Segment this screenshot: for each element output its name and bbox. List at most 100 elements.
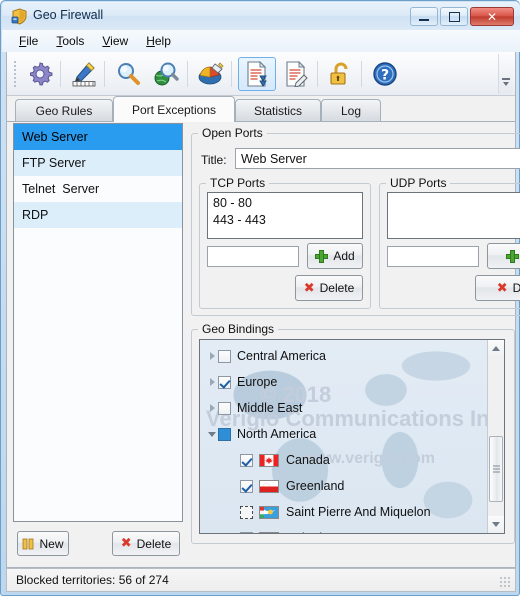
udp-add-button[interactable] bbox=[487, 243, 520, 269]
toolbar-grip[interactable] bbox=[13, 60, 17, 88]
pie-chart-icon bbox=[198, 62, 224, 85]
edit-pencil-button[interactable] bbox=[65, 57, 103, 91]
udp-ports-list[interactable] bbox=[387, 192, 520, 239]
geo-bindings-group: Geo Bindings © 2018 Veriglo Communicatio… bbox=[191, 322, 515, 544]
tcp-delete-button[interactable]: ✖ Delete bbox=[295, 275, 363, 301]
menu-item-help[interactable]: Help bbox=[137, 32, 180, 50]
chevron-right-icon[interactable] bbox=[206, 395, 218, 421]
list-item[interactable]: Web Server bbox=[14, 124, 182, 150]
udp-delete-button[interactable]: ✖ D bbox=[475, 275, 520, 301]
checkbox[interactable] bbox=[218, 349, 231, 363]
tab-log[interactable]: Log bbox=[321, 99, 381, 122]
tree-node-central-america[interactable]: Central America bbox=[200, 343, 486, 369]
tcp-ports-group: TCP Ports 80 - 80 443 - 443 Add ✖ Delete bbox=[199, 176, 371, 309]
scroll-down-button[interactable] bbox=[488, 516, 504, 533]
unlock-padlock-button[interactable] bbox=[322, 57, 360, 91]
minimize-button[interactable] bbox=[410, 7, 438, 26]
tree-node-label: Saint Pierre And Miquelon bbox=[286, 505, 431, 519]
list-item[interactable]: Telnet Server bbox=[14, 176, 182, 202]
resize-grip[interactable] bbox=[499, 576, 511, 588]
chevron-right-icon[interactable] bbox=[206, 369, 218, 395]
menu-item-tools[interactable]: Tools bbox=[47, 32, 93, 50]
tcp-delete-button-label: Delete bbox=[319, 281, 355, 295]
geo-bindings-tree[interactable]: © 2018 Veriglo Communications Inc www.ve… bbox=[199, 339, 505, 534]
tcp-ports-list[interactable]: 80 - 80 443 - 443 bbox=[207, 192, 363, 239]
udp-delete-button-label: D bbox=[512, 281, 520, 295]
svg-text:?: ? bbox=[381, 68, 389, 84]
document-edit-button[interactable] bbox=[277, 57, 315, 91]
menu-item-help-label: elp bbox=[154, 34, 171, 48]
globe-search-button[interactable] bbox=[148, 57, 186, 91]
tab-port-exceptions[interactable]: Port Exceptions bbox=[113, 96, 235, 122]
maximize-button[interactable] bbox=[440, 7, 468, 26]
udp-ports-group: UDP Ports ✖ D bbox=[379, 176, 520, 309]
settings-gear-button[interactable] bbox=[21, 57, 59, 91]
tcp-add-button[interactable]: Add bbox=[307, 243, 363, 269]
toolbar: ? bbox=[7, 52, 515, 96]
window-title: Geo Firewall bbox=[33, 8, 104, 22]
pie-chart-button[interactable] bbox=[192, 57, 230, 91]
app-window: Geo Firewall ✕ File Tools View Help ? Ge… bbox=[0, 0, 520, 596]
open-ports-group-title: Open Ports bbox=[198, 126, 267, 140]
udp-port-input[interactable] bbox=[387, 246, 479, 267]
tree-node-saint-pierre-and-miquelon[interactable]: Saint Pierre And Miquelon bbox=[200, 499, 486, 525]
scrollbar-thumb[interactable] bbox=[489, 436, 503, 502]
tree-node-north-america[interactable]: North America bbox=[200, 421, 486, 447]
port-exceptions-icon bbox=[247, 61, 267, 87]
tree-node-label: Europe bbox=[237, 375, 278, 389]
tab-statistics-label: Statistics bbox=[253, 104, 302, 118]
title-input[interactable]: Web Server bbox=[235, 148, 520, 169]
united-states-flag-icon bbox=[259, 531, 279, 533]
new-icon bbox=[23, 538, 34, 549]
tree-node-united-states[interactable]: United States bbox=[200, 525, 486, 533]
canada-flag-icon bbox=[259, 453, 279, 467]
delete-rule-button[interactable]: ✖ Delete bbox=[112, 531, 180, 556]
tree-scrollbar[interactable] bbox=[487, 340, 504, 533]
tree-node-label: Canada bbox=[286, 453, 330, 467]
title-input-value: Web Server bbox=[241, 151, 307, 166]
title-bar: Geo Firewall ✕ bbox=[2, 2, 520, 30]
checkbox[interactable] bbox=[240, 453, 253, 467]
tab-statistics[interactable]: Statistics bbox=[235, 99, 321, 122]
close-icon: ✖ bbox=[496, 280, 508, 296]
document-edit-icon bbox=[286, 61, 308, 87]
tab-geo-rules[interactable]: Geo Rules bbox=[15, 99, 113, 122]
help-icon: ? bbox=[373, 62, 397, 86]
chevron-down-icon[interactable] bbox=[206, 421, 218, 447]
tab-port-exceptions-label: Port Exceptions bbox=[131, 102, 217, 117]
checkbox[interactable] bbox=[240, 505, 253, 519]
plus-icon bbox=[315, 249, 329, 263]
tab-geo-rules-label: Geo Rules bbox=[35, 104, 93, 118]
delete-rule-button-label: Delete bbox=[136, 536, 172, 551]
tree-node-greenland[interactable]: Greenland bbox=[200, 473, 486, 499]
checkbox[interactable] bbox=[240, 479, 253, 493]
toolbar-overflow-chevron[interactable] bbox=[498, 54, 513, 94]
search-magnifier-button[interactable] bbox=[109, 57, 147, 91]
scroll-up-button[interactable] bbox=[488, 340, 504, 357]
list-item[interactable]: RDP bbox=[14, 202, 182, 228]
checkbox[interactable] bbox=[218, 375, 231, 389]
checkbox[interactable] bbox=[240, 531, 253, 533]
tcp-port-input[interactable] bbox=[207, 246, 299, 267]
tree-node-canada[interactable]: Canada bbox=[200, 447, 486, 473]
plus-icon bbox=[506, 249, 519, 263]
open-ports-group: Open Ports Title: Web Server TCP Ports 8… bbox=[191, 126, 520, 316]
new-button[interactable]: New bbox=[17, 531, 69, 556]
list-item[interactable]: FTP Server bbox=[14, 150, 182, 176]
tree-node-middle-east[interactable]: Middle East bbox=[200, 395, 486, 421]
checkbox[interactable] bbox=[218, 401, 231, 415]
port-exceptions-button[interactable] bbox=[238, 57, 276, 91]
close-button[interactable]: ✕ bbox=[470, 7, 514, 26]
search-magnifier-icon bbox=[118, 63, 140, 85]
checkbox[interactable] bbox=[218, 427, 231, 441]
help-button[interactable]: ? bbox=[366, 57, 404, 91]
status-bar: Blocked territories: 56 of 274 bbox=[6, 568, 516, 592]
menu-item-file[interactable]: File bbox=[10, 32, 47, 50]
status-bar-text: Blocked territories: 56 of 274 bbox=[16, 573, 169, 587]
menu-item-view[interactable]: View bbox=[93, 32, 137, 50]
tree-node-europe[interactable]: Europe bbox=[200, 369, 486, 395]
rules-list[interactable]: Web Server FTP Server Telnet Server RDP bbox=[13, 123, 183, 522]
list-item[interactable]: 443 - 443 bbox=[213, 212, 357, 229]
list-item[interactable]: 80 - 80 bbox=[213, 195, 357, 212]
chevron-right-icon[interactable] bbox=[206, 343, 218, 369]
